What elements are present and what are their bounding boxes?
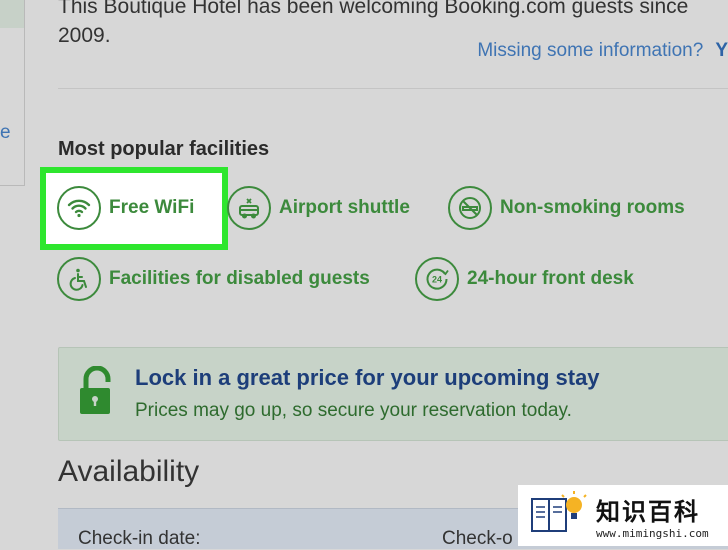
facility-label: Facilities for disabled guests (109, 268, 370, 289)
missing-info-link[interactable]: Missing some information? Y (477, 40, 728, 62)
svg-text:24: 24 (432, 275, 442, 285)
intro-line-1: This Boutique Hotel has been welcoming B… (58, 0, 689, 18)
facility-free-wifi: Free WiFi (57, 186, 194, 230)
airport-shuttle-icon (227, 186, 271, 230)
wheelchair-icon (57, 257, 101, 301)
unlocked-padlock-icon (78, 365, 118, 421)
missing-info-link-fragment[interactable]: Y (715, 40, 728, 61)
section-divider (58, 88, 728, 89)
watermark-title: 知识百科 (596, 497, 700, 526)
facility-non-smoking: Non-smoking rooms (448, 186, 685, 230)
sidebar-card-header (0, 0, 24, 28)
price-lock-banner (58, 347, 728, 441)
promo-title: Lock in a great price for your upcoming … (135, 365, 600, 390)
missing-info-text[interactable]: Missing some information? (477, 40, 703, 61)
facility-disabled-guests: Facilities for disabled guests (57, 257, 370, 301)
checkout-label: Check-o (442, 528, 513, 549)
facility-label: Airport shuttle (279, 197, 410, 218)
24-hour-icon: 24 (415, 257, 459, 301)
no-smoking-icon (448, 186, 492, 230)
watermark: 知识百科 www.mimingshi.com (518, 485, 728, 546)
wifi-icon (57, 186, 101, 230)
facility-label: 24-hour front desk (467, 268, 634, 289)
sidebar-link-fragment[interactable]: e (0, 122, 11, 144)
book-lightbulb-icon (528, 489, 590, 542)
watermark-url: www.mimingshi.com (596, 526, 709, 540)
facility-24-hour-desk: 24 24-hour front desk (415, 257, 634, 301)
facility-label: Free WiFi (109, 197, 195, 218)
promo-subtitle: Prices may go up, so secure your reserva… (135, 400, 572, 421)
checkin-label: Check-in date: (78, 528, 201, 549)
facilities-title: Most popular facilities (58, 138, 270, 160)
facility-airport-shuttle: Airport shuttle (227, 186, 410, 230)
facility-label: Non-smoking rooms (500, 197, 685, 218)
availability-heading: Availability (58, 455, 200, 488)
